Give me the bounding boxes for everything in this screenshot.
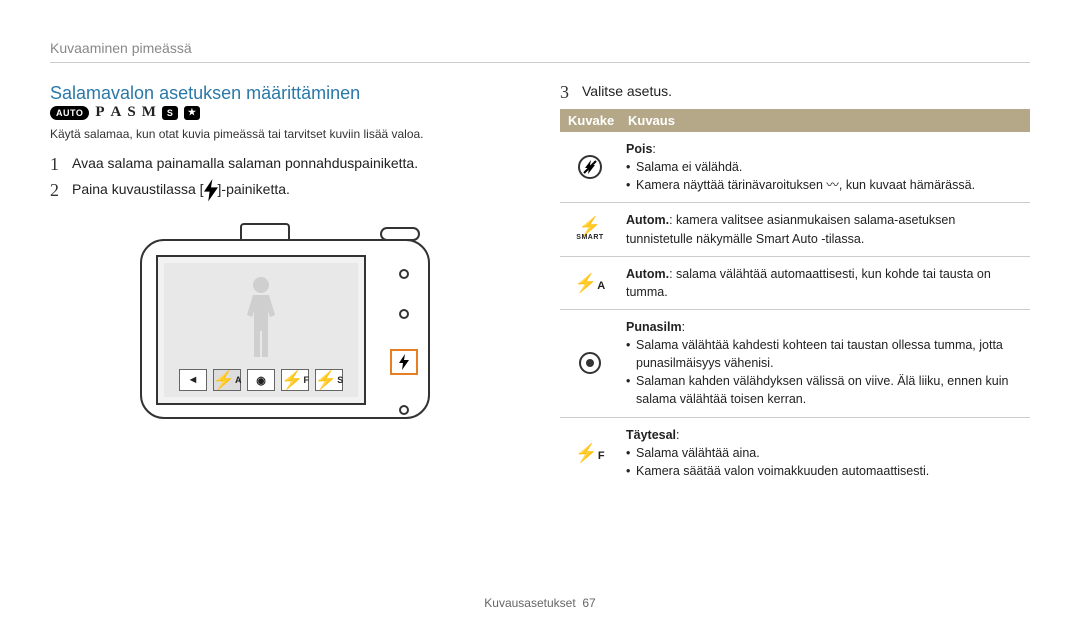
col-header-desc: Kuvaus	[620, 109, 1030, 132]
mode-auto-icon: AUTO	[50, 106, 89, 120]
col-header-icon: Kuvake	[560, 109, 620, 132]
page-header: Kuvaaminen pimeässä	[50, 40, 1030, 63]
row-desc: Punasilm: Salama välähtää kahdesti kohte…	[620, 316, 1030, 411]
flash-smart-icon: ⚡ SMART	[560, 209, 620, 249]
mode-scene-icon: S	[162, 106, 178, 120]
mode-smart-icon: ★	[184, 106, 200, 120]
step-index: 1	[50, 155, 64, 173]
camera-screen: ◄ ⚡A ◉ ⚡F ⚡S	[156, 255, 366, 405]
step-row: 3 Valitse asetus.	[560, 83, 1030, 101]
flash-off-option-icon: ◄	[179, 369, 207, 391]
row-desc: Pois: Salama ei välähdä. Kamera näyttää …	[620, 138, 1030, 196]
flash-button-highlight	[390, 349, 418, 375]
step-text: Valitse asetus.	[582, 83, 672, 101]
step-text: Paina kuvaustilassa []-painiketta.	[72, 181, 290, 199]
camera-illustration: ◄ ⚡A ◉ ⚡F ⚡S	[50, 219, 520, 439]
title-row: Salamavalon asetuksen määrittäminen AUTO…	[50, 83, 520, 121]
section-title: Salamavalon asetuksen määrittäminen	[50, 83, 360, 104]
table-header: Kuvake Kuvaus	[560, 109, 1030, 132]
control-dot-icon	[399, 309, 409, 319]
table-row: ⚡F Täytesal: Salama välähtää aina. Kamer…	[560, 418, 1030, 488]
flash-auto-option-icon: ⚡A	[213, 369, 241, 391]
breadcrumb: Kuvaaminen pimeässä	[50, 40, 192, 56]
flash-auto-icon: ⚡A	[560, 263, 620, 303]
step-index: 3	[560, 83, 574, 101]
flash-option-row: ◄ ⚡A ◉ ⚡F ⚡S	[164, 369, 358, 391]
row-desc: Täytesal: Salama välähtää aina. Kamera s…	[620, 424, 1030, 482]
right-column: 3 Valitse asetus. Kuvake Kuvaus Pois: Sa…	[560, 83, 1030, 488]
table-row: ⚡ SMART Autom.: kamera valitsee asianmuk…	[560, 203, 1030, 256]
flash-icon	[204, 183, 218, 197]
flash-redeye-option-icon: ◉	[247, 369, 275, 391]
step-text: Avaa salama painamalla salaman ponnahdus…	[72, 155, 418, 173]
table-row: ⚡A Autom.: salama välähtää automaattises…	[560, 257, 1030, 310]
flash-off-icon	[560, 138, 620, 196]
left-column: Salamavalon asetuksen määrittäminen AUTO…	[50, 83, 520, 488]
mode-strip: AUTO P A S M S ★	[50, 104, 200, 121]
flash-fill-option-icon: ⚡F	[281, 369, 309, 391]
row-desc: Autom.: kamera valitsee asianmukaisen sa…	[620, 209, 1030, 249]
footer-page: 67	[582, 596, 595, 610]
footer-section: Kuvausasetukset	[484, 596, 575, 610]
step-row: 2 Paina kuvaustilassa []-painiketta.	[50, 181, 520, 199]
flash-fill-icon: ⚡F	[560, 424, 620, 482]
control-dot-icon	[399, 269, 409, 279]
mode-a-icon: A	[111, 104, 122, 121]
table-row: Pois: Salama ei välähdä. Kamera näyttää …	[560, 132, 1030, 203]
flash-slow-option-icon: ⚡S	[315, 369, 343, 391]
content-columns: Salamavalon asetuksen määrittäminen AUTO…	[50, 83, 1030, 488]
mode-p-icon: P	[95, 104, 104, 121]
intro-text: Käytä salamaa, kun otat kuvia pimeässä t…	[50, 127, 520, 141]
page-footer: Kuvausasetukset 67	[0, 596, 1080, 610]
flash-modes-table: Kuvake Kuvaus Pois: Salama ei välähdä. K…	[560, 109, 1030, 488]
subject-silhouette-icon	[236, 277, 286, 357]
row-desc: Autom.: salama välähtää automaattisesti,…	[620, 263, 1030, 303]
table-row: Punasilm: Salama välähtää kahdesti kohte…	[560, 310, 1030, 418]
step-row: 1 Avaa salama painamalla salaman ponnahd…	[50, 155, 520, 173]
mode-m-icon: M	[142, 104, 156, 121]
mode-s-icon: S	[127, 104, 135, 121]
control-dot-icon	[399, 405, 409, 415]
camera-controls	[382, 269, 426, 415]
flash-redeye-icon	[560, 316, 620, 411]
step-index: 2	[50, 181, 64, 199]
